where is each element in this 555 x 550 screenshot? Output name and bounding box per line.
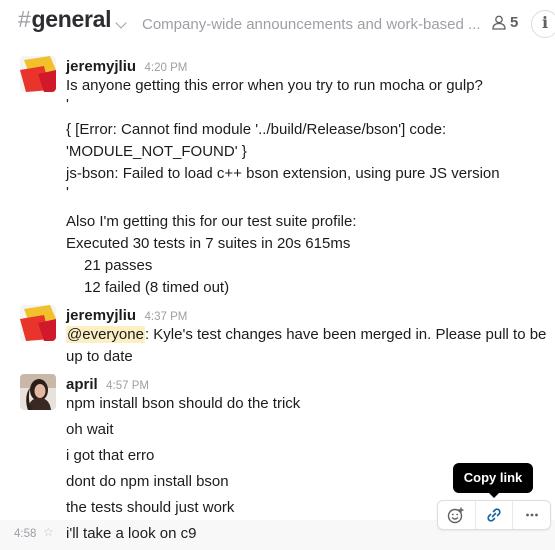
message-text: 12 failed (8 timed out) [84, 279, 230, 296]
avatar[interactable] [20, 374, 56, 410]
message-text: Executed 30 tests in 7 suites in 20s 615… [66, 235, 351, 252]
member-count-button[interactable]: 5 [492, 14, 518, 31]
channel-header: #general Company-wide announcements and … [0, 0, 555, 50]
avatar[interactable] [20, 305, 56, 341]
star-icon[interactable]: ☆ [43, 525, 54, 539]
channel-info-button[interactable]: i [531, 10, 555, 38]
message-timestamp[interactable]: 4:58 [14, 528, 36, 540]
more-actions-button[interactable] [512, 501, 550, 529]
chevron-down-icon[interactable] [115, 17, 127, 29]
add-reaction-button[interactable] [438, 501, 475, 529]
message-timestamp[interactable]: 4:20 PM [145, 62, 188, 74]
person-icon [492, 15, 506, 30]
info-icon: i [541, 13, 549, 32]
message-text: Is anyone getting this error when you tr… [66, 77, 483, 94]
message-text: the tests should just work [66, 499, 235, 516]
channel-name-label: general [31, 6, 112, 32]
message-actions-toolbar [437, 500, 551, 530]
message-text: 21 passes [84, 257, 153, 274]
message-meta: april 4:57 PM [66, 376, 149, 394]
avatar[interactable] [20, 56, 56, 92]
member-count: 5 [510, 14, 519, 31]
message-text: ' [66, 184, 69, 201]
copy-link-button[interactable] [474, 501, 513, 529]
message-text: Also I'm getting this for our test suite… [66, 213, 357, 230]
message-timestamp[interactable]: 4:37 PM [145, 311, 188, 323]
message-text: dont do npm install bson [66, 473, 229, 490]
message-text: oh wait [66, 421, 114, 438]
more-actions-icon [525, 513, 538, 517]
message-text: up to date [66, 348, 133, 365]
channel-topic[interactable]: Company-wide announcements and work-base… [142, 16, 481, 33]
message-text-rest: : Kyle's test changes have been merged i… [144, 326, 547, 343]
message-text: { [Error: Cannot find module '../build/R… [66, 121, 447, 138]
message-text: npm install bson should do the trick [66, 395, 301, 412]
author-name[interactable]: april [66, 376, 98, 393]
message-text: js-bson: Failed to load c++ bson extensi… [66, 165, 500, 182]
everyone-mention[interactable]: @everyone [66, 326, 145, 343]
add-reaction-icon [448, 507, 464, 524]
message-text: i'll take a look on c9 [66, 525, 197, 542]
channel-name[interactable]: #general [18, 6, 112, 33]
link-icon [487, 508, 501, 522]
message-meta: jeremyjliu 4:20 PM [66, 58, 187, 76]
message-text: @everyone: Kyle's test changes have been… [66, 326, 546, 343]
message-text: ' [66, 96, 69, 113]
message-timestamp[interactable]: 4:57 PM [106, 380, 149, 392]
message-meta: jeremyjliu 4:37 PM [66, 307, 187, 325]
copy-link-tooltip: Copy link [453, 463, 533, 493]
tooltip-arrow [488, 492, 500, 498]
author-name[interactable]: jeremyjliu [66, 58, 136, 75]
channel-hash: # [18, 6, 31, 32]
author-name[interactable]: jeremyjliu [66, 307, 136, 324]
message-text: 'MODULE_NOT_FOUND' } [66, 143, 247, 160]
message-text: i got that erro [66, 447, 155, 464]
